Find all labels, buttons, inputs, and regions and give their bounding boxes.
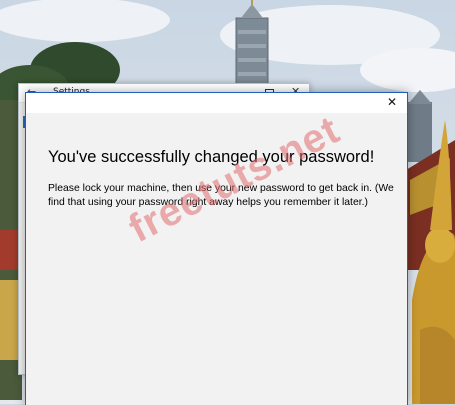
close-icon[interactable]: ✕ [387, 96, 397, 108]
dialog-message: Please lock your machine, then use your … [48, 183, 394, 208]
dialog-titlebar: ✕ [26, 93, 407, 113]
password-changed-dialog: ✕ You've successfully changed your passw… [25, 92, 408, 405]
dialog-heading: You've successfully changed your passwor… [48, 148, 375, 166]
